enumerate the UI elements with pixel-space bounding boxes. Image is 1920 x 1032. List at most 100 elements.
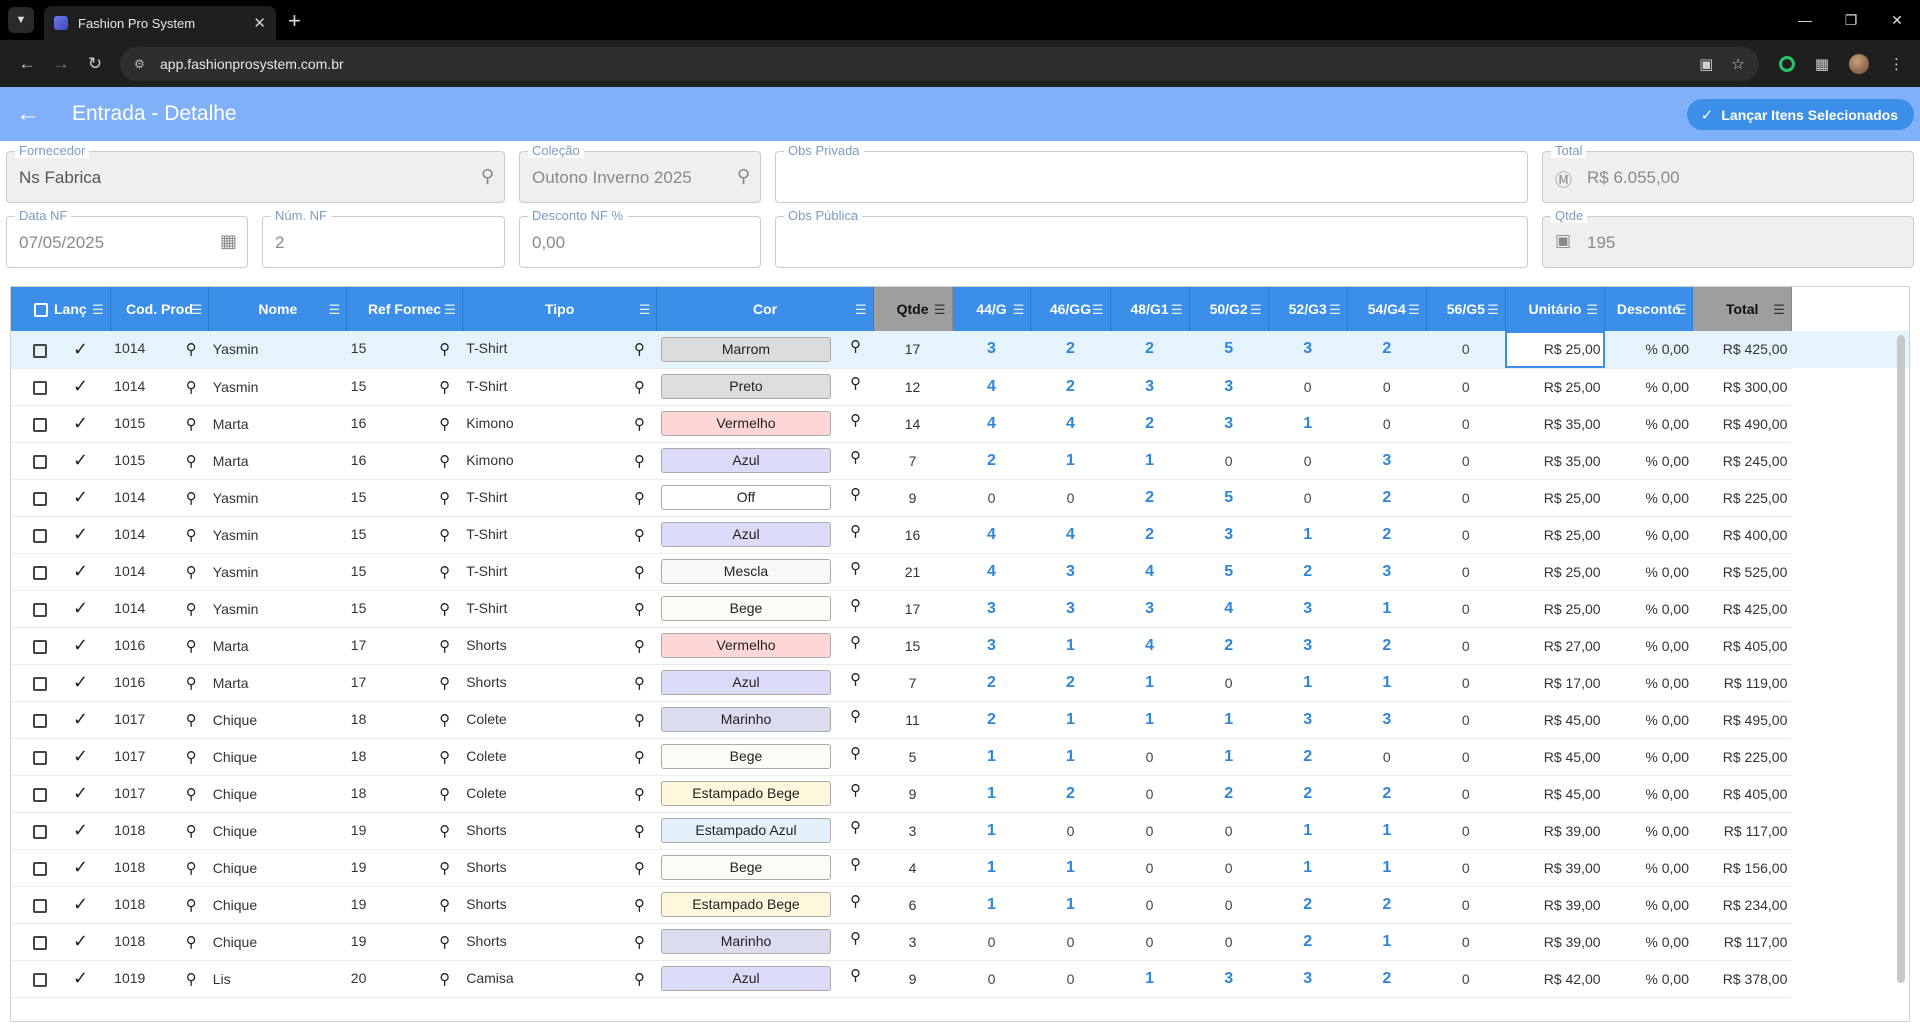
size-qty-cell[interactable]: 0	[1426, 960, 1506, 998]
table-row[interactable]: ✓ 1014 ⚲ Yasmin 15 ⚲ T-Shirt ⚲ Off ⚲ 9 0 0 2 5 0 2 0 R$ 25…	[11, 479, 1909, 517]
qtde-cell[interactable]: 21	[873, 553, 953, 591]
tipo-cell[interactable]: Shorts ⚲	[462, 664, 657, 702]
table-row[interactable]: ✓ 1018 ⚲ Chique 19 ⚲ Shorts ⚲ Marinho ⚲ 3 0 0 0 0 2 1 0 R$…	[11, 923, 1909, 961]
size-qty-cell[interactable]: 3	[952, 590, 1031, 628]
row-checkbox[interactable]	[33, 492, 48, 507]
cod-prod-cell[interactable]: 1014 ⚲	[110, 590, 209, 628]
tipo-cell[interactable]: T-Shirt ⚲	[462, 368, 657, 406]
size-qty-cell[interactable]: 2	[1268, 886, 1348, 924]
cor-cell[interactable]: Preto ⚲	[656, 368, 874, 406]
obs-privada-field[interactable]: Obs Privada	[775, 143, 1528, 203]
table-row[interactable]: ✓ 1014 ⚲ Yasmin 15 ⚲ T-Shirt ⚲ Preto ⚲ 12 4 2 3 3 0 0 0 R$…	[11, 368, 1909, 406]
search-icon[interactable]: ⚲	[186, 415, 197, 433]
size-qty-cell[interactable]: 3	[952, 331, 1031, 369]
size-qty-cell[interactable]: 2	[1030, 331, 1111, 369]
unitario-cell[interactable]: R$ 25,00	[1505, 331, 1605, 369]
size-qty-cell[interactable]: 1	[1347, 664, 1427, 702]
nome-cell[interactable]: Marta	[208, 664, 347, 702]
search-icon[interactable]: ⚲	[850, 559, 861, 577]
size-qty-cell[interactable]: 3	[1189, 960, 1269, 998]
table-row[interactable]: ✓ 1014 ⚲ Yasmin 15 ⚲ T-Shirt ⚲ Bege ⚲ 17 3 3 3 4 3 1 0 R$ …	[11, 590, 1909, 628]
search-icon[interactable]: ⚲	[634, 785, 645, 803]
cod-prod-cell[interactable]: 1014 ⚲	[110, 479, 209, 517]
row-select-cell[interactable]: ✓	[11, 812, 111, 850]
size-qty-cell[interactable]: 1	[952, 812, 1031, 850]
row-checkbox[interactable]	[33, 936, 48, 951]
size-qty-cell[interactable]: 3	[1268, 701, 1348, 739]
unitario-cell[interactable]: R$ 39,00	[1505, 849, 1605, 887]
search-icon[interactable]: ⚲	[439, 489, 450, 507]
qtde-cell[interactable]: 17	[873, 331, 953, 369]
size-qty-cell[interactable]: 1	[1030, 886, 1111, 924]
search-icon[interactable]: ⚲	[850, 892, 861, 910]
unitario-cell[interactable]: R$ 39,00	[1505, 886, 1605, 924]
search-icon[interactable]: ⚲	[186, 859, 197, 877]
qtde-cell[interactable]: 9	[873, 775, 953, 813]
size-qty-cell[interactable]: 3	[1268, 960, 1348, 998]
table-row[interactable]: ✓ 1016 ⚲ Marta 17 ⚲ Shorts ⚲ Azul ⚲ 7 2 2 1 0 1 1 0 R$ 17,…	[11, 664, 1909, 702]
cod-prod-cell[interactable]: 1016 ⚲	[110, 627, 209, 665]
row-checkbox[interactable]	[33, 603, 48, 618]
size-qty-cell[interactable]: 0	[1426, 701, 1506, 739]
size-qty-cell[interactable]: 2	[1189, 627, 1269, 665]
search-icon[interactable]: ⚲	[439, 859, 450, 877]
size-qty-cell[interactable]: 1	[1347, 812, 1427, 850]
size-qty-cell[interactable]: 0	[1426, 886, 1506, 924]
ref-fornec-cell[interactable]: 18 ⚲	[346, 701, 463, 739]
size-qty-cell[interactable]: 0	[1426, 331, 1506, 369]
size-qty-cell[interactable]: 0	[1189, 886, 1269, 924]
size-qty-cell[interactable]: 1	[952, 886, 1031, 924]
ref-fornec-cell[interactable]: 19 ⚲	[346, 923, 463, 961]
ref-fornec-cell[interactable]: 19 ⚲	[346, 849, 463, 887]
size-qty-cell[interactable]: 0	[1426, 849, 1506, 887]
size-qty-cell[interactable]: 2	[952, 701, 1031, 739]
column-menu-icon[interactable]: ☰	[1171, 302, 1183, 318]
unitario-cell[interactable]: R$ 17,00	[1505, 664, 1605, 702]
nome-cell[interactable]: Yasmin	[208, 368, 347, 406]
cor-cell[interactable]: Mescla ⚲	[656, 553, 874, 591]
search-icon[interactable]: ⚲	[850, 522, 861, 540]
cod-prod-cell[interactable]: 1019 ⚲	[110, 960, 209, 998]
size-qty-cell[interactable]: 4	[1110, 553, 1190, 591]
tipo-cell[interactable]: Shorts ⚲	[462, 812, 657, 850]
cor-cell[interactable]: Vermelho ⚲	[656, 627, 874, 665]
size-qty-cell[interactable]: 3	[1347, 442, 1427, 480]
search-icon[interactable]: ⚲	[439, 526, 450, 544]
column-menu-icon[interactable]: ☰	[1487, 302, 1499, 318]
size-qty-cell[interactable]: 0	[1189, 664, 1269, 702]
cor-cell[interactable]: Estampado Bege ⚲	[656, 775, 874, 813]
col-header-52g3[interactable]: 52/G3 ☰	[1268, 287, 1348, 331]
size-qty-cell[interactable]: 0	[1426, 405, 1506, 443]
search-icon[interactable]: ⚲	[634, 340, 645, 358]
puzzle-icon[interactable]: ▦	[1815, 55, 1829, 73]
tipo-cell[interactable]: T-Shirt ⚲	[462, 331, 657, 369]
column-menu-icon[interactable]: ☰	[92, 302, 104, 318]
qtde-cell[interactable]: 4	[873, 849, 953, 887]
size-qty-cell[interactable]: 2	[1110, 479, 1190, 517]
nome-cell[interactable]: Yasmin	[208, 331, 347, 369]
col-header-total[interactable]: Total ☰	[1692, 287, 1792, 331]
search-icon[interactable]: ⚲	[439, 970, 450, 988]
vertical-scrollbar[interactable]	[1897, 335, 1905, 983]
tipo-cell[interactable]: Shorts ⚲	[462, 849, 657, 887]
qtde-cell[interactable]: 7	[873, 664, 953, 702]
size-qty-cell[interactable]: 1	[1030, 849, 1111, 887]
nome-cell[interactable]: Chique	[208, 738, 347, 776]
col-header-44g[interactable]: 44/G ☰	[952, 287, 1032, 331]
size-qty-cell[interactable]: 0	[1030, 812, 1111, 850]
nome-cell[interactable]: Chique	[208, 923, 347, 961]
size-qty-cell[interactable]: 1	[952, 738, 1031, 776]
search-icon[interactable]: ⚲	[634, 600, 645, 618]
col-header-lanc[interactable]: Lanç ☰	[11, 287, 111, 331]
row-checkbox[interactable]	[33, 862, 48, 877]
nome-cell[interactable]: Lis	[208, 960, 347, 998]
tipo-cell[interactable]: T-Shirt ⚲	[462, 516, 657, 554]
cor-cell[interactable]: Bege ⚲	[656, 849, 874, 887]
size-qty-cell[interactable]: 2	[1030, 775, 1111, 813]
nome-cell[interactable]: Chique	[208, 775, 347, 813]
bookmark-star-icon[interactable]: ☆	[1731, 55, 1744, 73]
calendar-icon[interactable]: ▦	[220, 231, 237, 252]
row-select-cell[interactable]: ✓	[11, 627, 111, 665]
table-row[interactable]: ✓ 1017 ⚲ Chique 18 ⚲ Colete ⚲ Bege ⚲ 5 1 1 0 1 2 0 0 R$ 45…	[11, 738, 1909, 776]
row-select-cell[interactable]: ✓	[11, 405, 111, 443]
